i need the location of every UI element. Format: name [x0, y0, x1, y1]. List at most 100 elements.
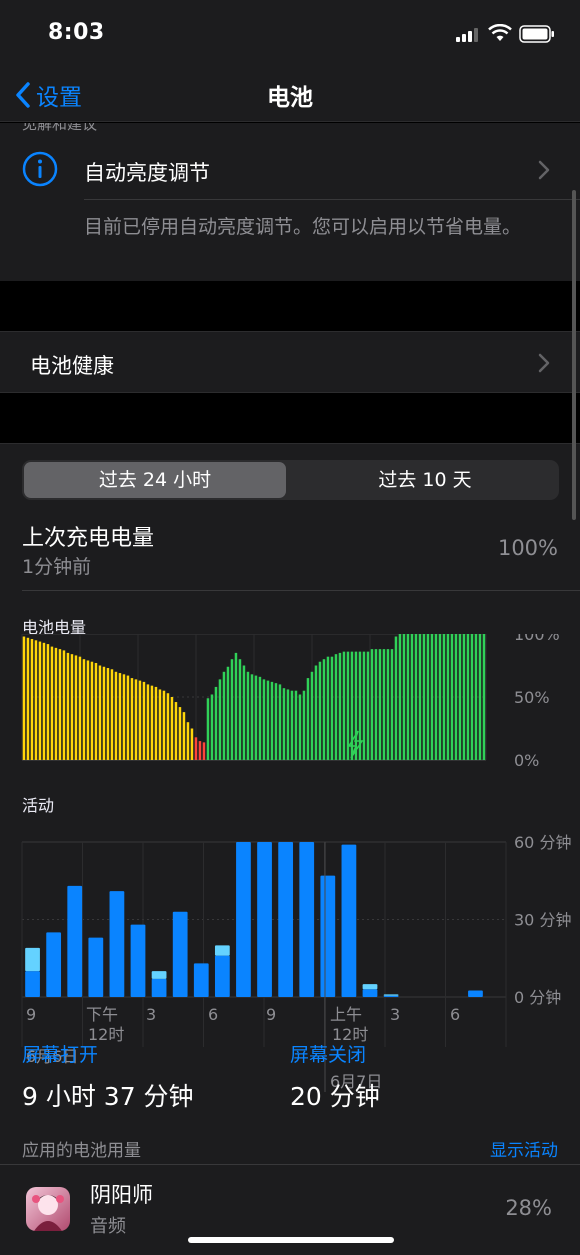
battery-bar [134, 679, 138, 760]
battery-bar [294, 690, 298, 760]
activity-bar-screen-on [88, 937, 104, 997]
screen-off-value: 20 分钟 [290, 1082, 380, 1111]
x-tick-label: 3 [390, 1005, 400, 1024]
battery-bar [438, 634, 442, 760]
battery-bar [58, 649, 62, 760]
battery-bar [474, 634, 478, 760]
activity-bar-screen-on [341, 844, 357, 997]
battery-bar [338, 652, 342, 760]
battery-bar [38, 641, 42, 760]
battery-bar [322, 659, 326, 760]
battery-bar [54, 647, 58, 760]
battery-health-row[interactable]: 电池健康 [0, 331, 580, 393]
segment-last-10-days[interactable]: 过去 10 天 [294, 462, 556, 498]
auto-brightness-row[interactable]: 自动亮度调节 [0, 143, 580, 199]
battery-bar [382, 649, 386, 760]
battery-health-label: 电池健康 [30, 354, 114, 378]
battery-bar [194, 737, 198, 760]
battery-bar [262, 679, 266, 760]
battery-bar [106, 668, 110, 760]
activity-bar-screen-on [257, 842, 272, 997]
activity-bar-screen-on [299, 842, 315, 997]
battery-bar [398, 634, 402, 760]
battery-bar [362, 651, 366, 760]
battery-bar [218, 679, 222, 760]
battery-bar [302, 690, 306, 760]
screen-on-value: 9 小时 37 分钟 [22, 1082, 194, 1111]
battery-bar [470, 634, 474, 760]
y-tick-label: 0 分钟 [514, 988, 561, 1007]
home-indicator[interactable] [188, 1237, 394, 1243]
battery-bar [482, 634, 486, 760]
activity-bar-screen-on [172, 911, 188, 997]
battery-bar [34, 640, 38, 760]
battery-bar [282, 688, 286, 760]
battery-bar [98, 665, 102, 760]
info-icon [22, 151, 58, 187]
battery-bar [206, 698, 210, 760]
cellular-signal-icon [456, 28, 478, 42]
battery-bar [342, 651, 346, 760]
battery-bar [110, 669, 114, 760]
app-battery-percent: 28% [505, 1196, 552, 1220]
battery-bar [242, 665, 246, 760]
battery-bar [26, 637, 30, 760]
battery-bar [170, 697, 174, 760]
battery-bar [190, 728, 194, 760]
scroll-indicator [572, 190, 576, 520]
activity-bar-screen-off [25, 947, 40, 972]
battery-bar [198, 741, 202, 760]
auto-brightness-label: 自动亮度调节 [84, 161, 210, 185]
section-header-insights: 见解和建议 [22, 123, 98, 133]
battery-bar [462, 634, 466, 760]
battery-bar [174, 702, 178, 760]
time-range-segmented-control: 过去 24 小时 过去 10 天 [22, 460, 559, 500]
battery-bar [466, 634, 470, 760]
status-bar: 8:03 [0, 0, 580, 66]
usage-card: 过去 24 小时 过去 10 天 上次充电电量 1分钟前 100% 电池电量 1… [0, 443, 580, 1255]
battery-bar [214, 686, 218, 760]
segment-last-24-hours[interactable]: 过去 24 小时 [24, 462, 286, 498]
battery-bar [162, 690, 166, 760]
battery-bar [46, 644, 50, 760]
y-tick-label: 60 分钟 [514, 833, 571, 852]
show-activity-link[interactable]: 显示活动 [490, 1136, 558, 1161]
activity-bar-screen-on [25, 971, 40, 997]
app-icon [26, 1187, 70, 1231]
battery-bar [238, 659, 242, 760]
battery-bar [278, 684, 282, 760]
x-tick-label: 3 [146, 1005, 156, 1024]
divider [84, 199, 580, 200]
battery-bar [42, 642, 46, 760]
screen-on-stat: 屏幕打开 9 小时 37 分钟 [22, 1040, 194, 1113]
battery-bar [202, 742, 206, 760]
activity-bar-screen-on [214, 955, 230, 997]
app-subtitle: 音频 [90, 1216, 126, 1237]
scroll-content[interactable]: 见解和建议 自动亮度调节 目前已停用自动亮度调节。您可以启用以节省电量。 电池健… [0, 123, 580, 1255]
activity-bar-screen-on [193, 963, 209, 997]
screen-off-stat: 屏幕关闭 20 分钟 [290, 1040, 380, 1113]
battery-bar [310, 671, 314, 760]
app-name: 阴阳师 [90, 1183, 153, 1207]
battery-bar [274, 683, 278, 760]
battery-bar [30, 639, 34, 760]
battery-bar [446, 634, 450, 760]
battery-bar [74, 655, 78, 760]
battery-bar [306, 678, 310, 760]
battery-bar [266, 680, 270, 760]
y-tick-label: 100% [514, 634, 560, 644]
battery-bar [78, 656, 82, 760]
x-tick-label: 上午 [330, 1005, 362, 1024]
battery-bar [126, 675, 130, 760]
chevron-right-icon [538, 353, 550, 373]
battery-bar [82, 659, 86, 760]
battery-bar [346, 651, 350, 760]
battery-bar [354, 651, 358, 760]
battery-bar [94, 662, 98, 760]
battery-level-chart: 100% 50% 0% [21, 634, 560, 770]
battery-bar [330, 656, 334, 760]
last-charge-time: 1分钟前 [22, 556, 92, 578]
battery-bar [334, 654, 338, 760]
activity-bar-screen-on [468, 990, 483, 997]
y-tick-label: 50% [514, 688, 550, 707]
